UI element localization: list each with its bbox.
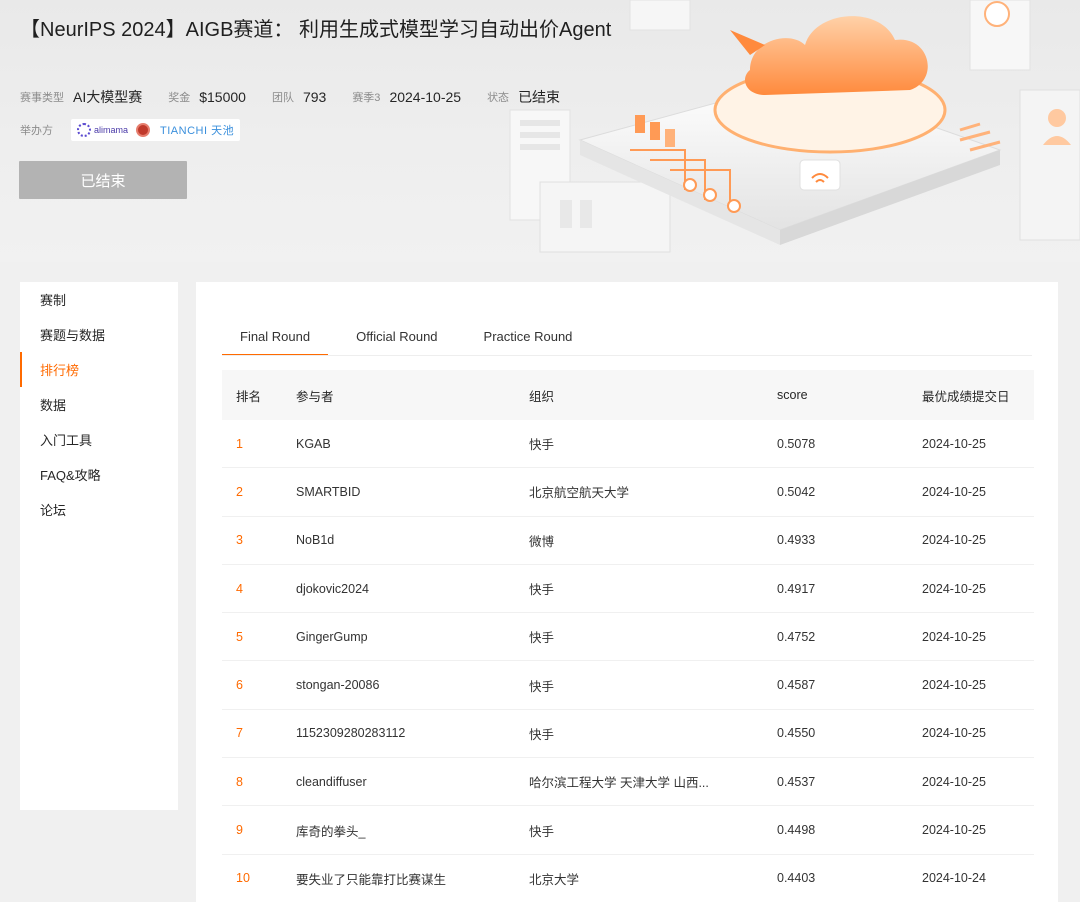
competition-header: 【NeurIPS 2024】AIGB赛道： 利用生成式模型学习自动出价Agent… bbox=[0, 0, 1080, 262]
date-cell: 2024-10-25 bbox=[922, 629, 986, 644]
alimama-logo: alimama bbox=[77, 123, 128, 137]
sidebar-item-leaderboard[interactable]: 排行榜 bbox=[20, 352, 178, 387]
score-cell: 0.4917 bbox=[777, 581, 816, 596]
organization-cell: 快手 bbox=[529, 438, 555, 453]
organization-cell: 快手 bbox=[529, 679, 555, 694]
header-organization: 组织 bbox=[529, 389, 555, 404]
participant-cell: KGAB bbox=[296, 436, 331, 451]
rank-cell: 8 bbox=[236, 774, 243, 789]
score-cell: 0.5042 bbox=[777, 484, 816, 499]
date-cell: 2024-10-24 bbox=[922, 871, 986, 886]
rank-cell: 5 bbox=[236, 629, 243, 644]
participant-cell: djokovic2024 bbox=[296, 581, 369, 596]
organization-cell: 哈尔滨工程大学 天津大学 山西... bbox=[529, 776, 709, 791]
participant-cell: stongan-20086 bbox=[296, 678, 380, 693]
date-cell: 2024-10-25 bbox=[922, 533, 986, 548]
table-row: 4 djokovic2024 快手 0.4917 2024-10-25 bbox=[222, 565, 1034, 614]
rank-cell: 3 bbox=[236, 533, 243, 548]
rank-cell: 6 bbox=[236, 678, 243, 693]
sidebar: 赛制 赛题与数据 排行榜 数据 入门工具 FAQ&攻略 论坛 bbox=[20, 282, 178, 810]
meta-teams-value: 793 bbox=[302, 89, 327, 105]
sidebar-item-problem-data[interactable]: 赛题与数据 bbox=[20, 317, 178, 352]
table-row: 7 1152309280283112 快手 0.4550 2024-10-25 bbox=[222, 710, 1034, 759]
tianchi-logo: TIANCHI 天池 bbox=[160, 125, 235, 137]
date-cell: 2024-10-25 bbox=[922, 774, 986, 789]
organization-cell: 快手 bbox=[529, 727, 555, 742]
header-rank: 排名 bbox=[236, 389, 262, 404]
meta-type-label: 赛事类型 bbox=[20, 92, 64, 104]
score-cell: 0.4587 bbox=[777, 678, 816, 693]
rank-cell: 2 bbox=[236, 484, 243, 499]
tab-divider bbox=[222, 355, 1032, 356]
date-cell: 2024-10-25 bbox=[922, 678, 986, 693]
sidebar-item-faq[interactable]: FAQ&攻略 bbox=[20, 457, 178, 492]
rank-cell: 7 bbox=[236, 726, 243, 741]
score-cell: 0.5078 bbox=[777, 436, 816, 451]
round-tabs: Final Round Official Round Practice Roun… bbox=[222, 320, 600, 356]
organizer-label: 举办方 bbox=[20, 125, 53, 137]
organization-cell: 北京大学 bbox=[529, 872, 580, 887]
rank-cell: 9 bbox=[236, 823, 243, 838]
participant-cell: 要失业了只能靠打比赛谋生 bbox=[296, 872, 447, 887]
meta-prize-label: 奖金 bbox=[168, 92, 191, 104]
table-row: 9 库奇的拳头_ 快手 0.4498 2024-10-25 bbox=[222, 806, 1034, 855]
table-row: 5 GingerGump 快手 0.4752 2024-10-25 bbox=[222, 613, 1034, 662]
sidebar-item-rules[interactable]: 赛制 bbox=[20, 282, 178, 317]
score-cell: 0.4403 bbox=[777, 871, 816, 886]
header-participant: 参与者 bbox=[296, 389, 334, 404]
table-row: 1 KGAB 快手 0.5078 2024-10-25 bbox=[222, 420, 1034, 469]
organization-cell: 快手 bbox=[529, 631, 555, 646]
organization-cell: 快手 bbox=[529, 583, 555, 598]
participant-cell: cleandiffuser bbox=[296, 774, 367, 789]
score-cell: 0.4498 bbox=[777, 823, 816, 838]
organization-cell: 快手 bbox=[529, 824, 555, 839]
date-cell: 2024-10-25 bbox=[922, 726, 986, 741]
leaderboard-table: 排名 参与者 组织 score 最优成绩提交日 1 KGAB 快手 0.5078 202… bbox=[222, 370, 1034, 902]
participant-cell: 1152309280283112 bbox=[296, 726, 406, 741]
sidebar-item-starter-tools[interactable]: 入门工具 bbox=[20, 422, 178, 457]
rank-cell: 4 bbox=[236, 581, 243, 596]
organization-cell: 北京航空航天大学 bbox=[529, 486, 630, 501]
sidebar-item-forum[interactable]: 论坛 bbox=[20, 492, 178, 527]
university-seal-logo bbox=[136, 123, 151, 137]
sidebar-item-data[interactable]: 数据 bbox=[20, 387, 178, 422]
rank-cell: 10 bbox=[236, 871, 250, 886]
cloud-illustration bbox=[509, 0, 1080, 253]
header-score: score bbox=[777, 388, 808, 402]
participant-cell: NoB1d bbox=[296, 533, 335, 548]
meta-prize-value: $15000 bbox=[199, 89, 246, 105]
meta-type-value: AI大模型赛 bbox=[73, 89, 143, 105]
score-cell: 0.4550 bbox=[777, 726, 816, 741]
date-cell: 2024-10-25 bbox=[922, 581, 986, 596]
date-cell: 2024-10-25 bbox=[922, 484, 986, 499]
meta-teams-label: 团队 bbox=[271, 92, 294, 104]
table-row: 3 NoB1d 微博 0.4933 2024-10-25 bbox=[222, 517, 1034, 565]
date-cell: 2024-10-25 bbox=[922, 823, 986, 838]
table-row: 2 SMARTBID 北京航空航天大学 0.5042 2024-10-25 bbox=[222, 468, 1034, 517]
organizer-row: 举办方 alimama TIANCHI 天池 bbox=[20, 119, 241, 141]
tab-official-round[interactable]: Official Round bbox=[338, 320, 455, 356]
date-cell: 2024-10-25 bbox=[922, 436, 986, 451]
rank-cell: 1 bbox=[236, 436, 243, 451]
participant-cell: SMARTBID bbox=[296, 484, 361, 499]
participant-cell: GingerGump bbox=[296, 629, 368, 644]
tab-final-round[interactable]: Final Round bbox=[222, 320, 329, 356]
table-row: 8 cleandiffuser 哈尔滨工程大学 天津大学 山西... 0.4537 20… bbox=[222, 758, 1034, 807]
meta-season-label: 赛季3 bbox=[352, 92, 381, 104]
tab-practice-round[interactable]: Practice Round bbox=[466, 320, 591, 356]
header-submit-date: 最优成绩提交日 bbox=[922, 389, 1010, 404]
score-cell: 0.4933 bbox=[777, 533, 816, 548]
score-cell: 0.4752 bbox=[777, 629, 816, 644]
score-cell: 0.4537 bbox=[777, 774, 816, 789]
table-row: 6 stongan-20086 快手 0.4587 2024-10-25 bbox=[222, 661, 1034, 710]
table-header: 排名 参与者 组织 score 最优成绩提交日 bbox=[222, 370, 1034, 420]
table-row: 10 要失业了只能靠打比赛谋生 北京大学 0.4403 2024-10-24 bbox=[222, 855, 1034, 902]
participant-cell: 库奇的拳头_ bbox=[296, 824, 366, 839]
meta-season-value: 2024-10-25 bbox=[389, 89, 462, 105]
organizer-logos: alimama TIANCHI 天池 bbox=[71, 119, 241, 141]
status-button[interactable]: 已结束 bbox=[19, 161, 187, 199]
leaderboard-panel: Final Round Official Round Practice Roun… bbox=[196, 282, 1058, 902]
organization-cell: 微博 bbox=[529, 534, 555, 549]
